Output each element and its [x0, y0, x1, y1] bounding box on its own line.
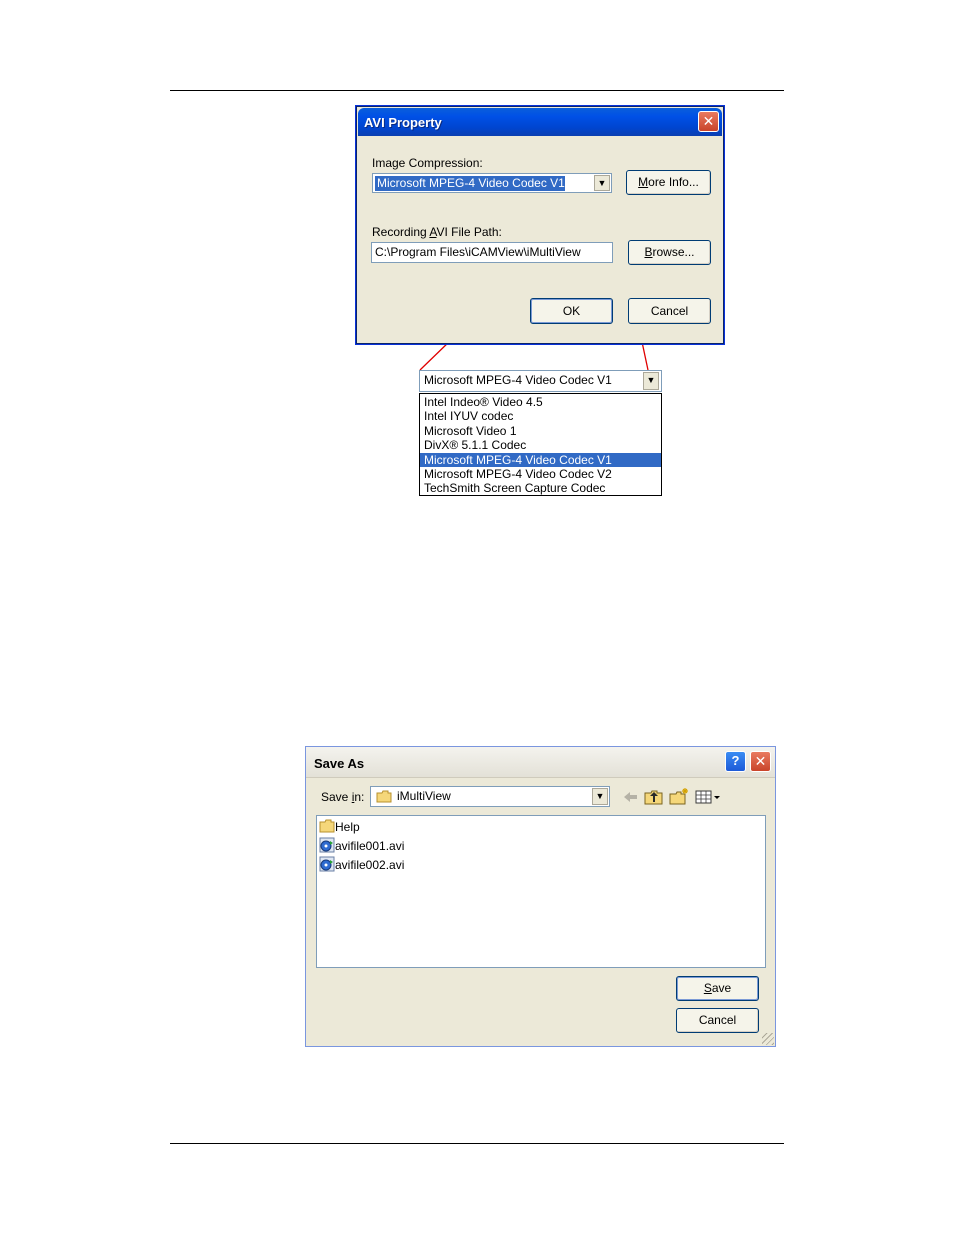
- close-button[interactable]: ✕: [698, 111, 719, 132]
- browse-button[interactable]: Browse...: [628, 240, 711, 265]
- codec-option[interactable]: Intel Indeo® Video 4.5: [420, 395, 661, 409]
- new-folder-icon[interactable]: [668, 787, 690, 807]
- dialog-title: AVI Property: [364, 115, 442, 130]
- chevron-down-icon[interactable]: ▼: [643, 372, 659, 390]
- avi-path-field[interactable]: C:\Program Files\iCAMView\iMultiView: [371, 242, 613, 263]
- avi-property-dialog: AVI Property ✕ Image Compression: Micros…: [355, 105, 725, 345]
- title-bar: Save As ? ✕: [306, 747, 775, 778]
- more-info-button[interactable]: More Info...: [626, 170, 711, 195]
- codec-option[interactable]: TechSmith Screen Capture Codec: [420, 481, 661, 495]
- codec-dropdown-value: Microsoft MPEG-4 Video Codec V1: [424, 373, 612, 387]
- list-item[interactable]: avifile002.avi: [319, 856, 404, 874]
- list-item[interactable]: Help: [319, 818, 360, 836]
- dialog-title: Save As: [314, 756, 365, 771]
- codec-options-list: Intel Indeo® Video 4.5 Intel IYUV codec …: [419, 393, 662, 496]
- codec-option-selected[interactable]: Microsoft MPEG-4 Video Codec V1: [420, 452, 661, 467]
- codec-select[interactable]: Microsoft MPEG-4 Video Codec V1 ▼: [372, 173, 612, 193]
- title-bar: AVI Property ✕: [358, 108, 722, 136]
- codec-select-value: Microsoft MPEG-4 Video Codec V1: [375, 176, 565, 191]
- codec-option[interactable]: Intel IYUV codec: [420, 409, 661, 423]
- bottom-rule: [170, 1143, 784, 1144]
- ok-button[interactable]: OK: [530, 298, 613, 324]
- save-in-value: iMultiView: [397, 789, 451, 803]
- codec-option[interactable]: DivX® 5.1.1 Codec: [420, 438, 661, 452]
- media-file-icon: [319, 856, 335, 872]
- back-arrow-icon[interactable]: [619, 787, 641, 807]
- save-in-label: Save in:: [321, 790, 365, 804]
- save-as-dialog: Save As ? ✕ Save in: iMultiView ▼ Help a…: [305, 746, 776, 1047]
- close-button[interactable]: ✕: [750, 751, 771, 772]
- view-menu-icon[interactable]: [694, 787, 724, 807]
- chevron-down-icon[interactable]: ▼: [592, 788, 608, 805]
- avi-path-label: Recording AVI File Path:: [372, 225, 502, 239]
- save-button[interactable]: Save: [676, 976, 759, 1001]
- media-file-icon: [319, 837, 335, 853]
- resize-grip[interactable]: [762, 1033, 774, 1045]
- codec-dropdown-header[interactable]: Microsoft MPEG-4 Video Codec V1 ▼: [419, 370, 662, 392]
- top-rule: [170, 90, 784, 91]
- chevron-down-icon[interactable]: ▼: [594, 175, 610, 191]
- help-button[interactable]: ?: [725, 751, 746, 772]
- folder-icon: [376, 790, 392, 803]
- cancel-button[interactable]: Cancel: [676, 1008, 759, 1033]
- list-item[interactable]: avifile001.avi: [319, 837, 404, 855]
- save-in-select[interactable]: iMultiView ▼: [370, 786, 610, 807]
- image-compression-label: Image Compression:: [372, 156, 483, 170]
- file-list: Help avifile001.avi avifile002.avi: [316, 815, 766, 968]
- folder-icon: [319, 819, 335, 833]
- codec-option[interactable]: Microsoft Video 1: [420, 424, 661, 438]
- cancel-button[interactable]: Cancel: [628, 298, 711, 324]
- codec-option[interactable]: Microsoft MPEG-4 Video Codec V2: [420, 467, 661, 481]
- up-folder-icon[interactable]: [643, 787, 665, 807]
